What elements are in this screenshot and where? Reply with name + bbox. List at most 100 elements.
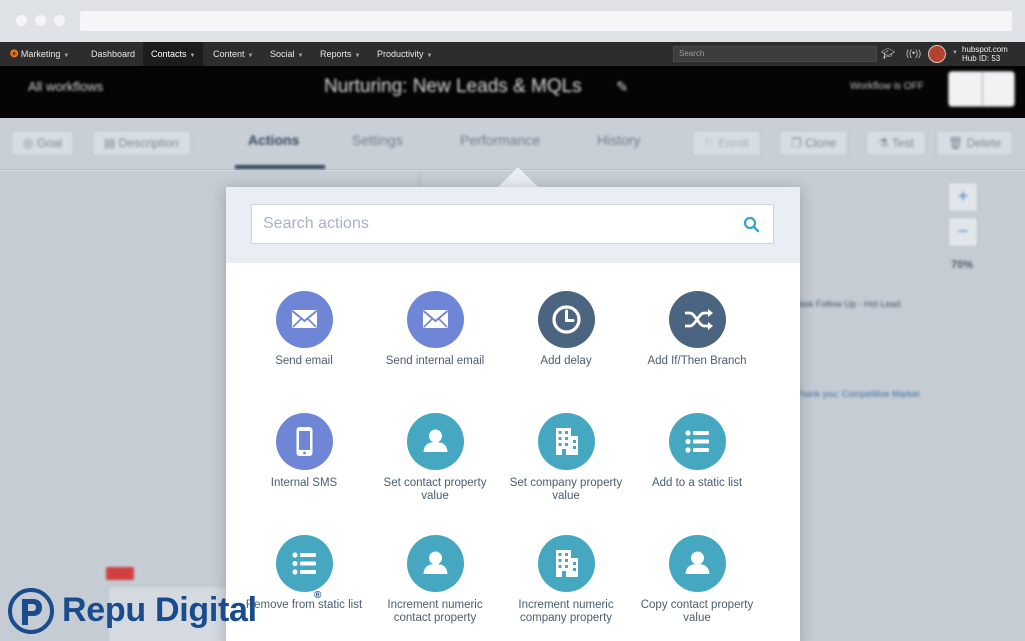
chevron-down-icon: ▼ [247, 53, 254, 59]
action-label: Increment numeric contact property [387, 599, 483, 624]
top-nav: ❂ Marketing ▼ Dashboard Contacts ▼ Content… [0, 42, 1025, 66]
canvas-step-link[interactable]: Thank you: Competitive Market [795, 389, 920, 399]
action-remove-from-static-list[interactable]: Remove from static list [244, 535, 364, 612]
hub-id: Hub ID: 53 [962, 54, 1001, 63]
contact-icon [668, 535, 726, 592]
action-add-to-static-list[interactable]: Add to a static list [637, 413, 757, 490]
shuffle-icon [668, 291, 726, 348]
document-icon: ▤ [104, 136, 119, 150]
search-actions-input[interactable] [252, 205, 732, 243]
tab-settings[interactable]: Settings [352, 132, 403, 148]
nav-item-reports[interactable]: Reports ▼ [312, 42, 368, 66]
window-maximize-dot[interactable] [54, 15, 65, 26]
clone-icon: ❐ [791, 136, 806, 150]
chevron-down-icon: ▼ [426, 53, 433, 59]
active-tab-indicator [235, 165, 325, 169]
popover-arrow [497, 167, 539, 188]
nav-item-productivity[interactable]: Productivity ▼ [369, 42, 440, 66]
nav-item-contacts[interactable]: Contacts ▼ [143, 42, 204, 66]
popover-header [226, 187, 800, 263]
flask-icon: ⚗ [878, 136, 892, 150]
delete-button[interactable]: 🗑︎ Delete [936, 130, 1014, 156]
address-bar[interactable] [80, 11, 1012, 31]
window-minimize-dot[interactable] [35, 15, 46, 26]
action-copy-contact-property[interactable]: Copy contact property value [637, 535, 757, 625]
chevron-down-icon: ▼ [189, 53, 196, 59]
action-label: Copy contact property value [640, 599, 754, 624]
enroll-button[interactable]: ⚐ Enroll [692, 130, 761, 156]
tab-history[interactable]: History [597, 132, 641, 148]
list-icon [275, 535, 333, 592]
description-button[interactable]: ▤ Description [92, 130, 191, 156]
zoom-level: 70% [951, 259, 974, 271]
workflow-toggle[interactable] [948, 71, 1015, 107]
chevron-down-icon: ▼ [297, 53, 304, 59]
pencil-icon[interactable]: ✎ [616, 78, 629, 96]
action-label: Add delay [540, 355, 592, 367]
action-label: Add to a static list [651, 477, 743, 489]
action-add-delay[interactable]: Add delay [506, 291, 626, 368]
building-icon [537, 413, 595, 470]
search-icon[interactable] [742, 215, 762, 235]
watermark-text: Repu Digital [62, 591, 257, 629]
building-icon [537, 535, 595, 592]
canvas-step-text[interactable]: Task Follow Up - Hot Lead [795, 299, 901, 309]
action-label: Send internal email [385, 355, 485, 367]
hubspot-logo-icon: ❂ [10, 49, 19, 60]
workflow-header: All workflows Nurturing: New Leads & MQL… [0, 66, 1025, 118]
action-internal-sms[interactable]: Internal SMS [244, 413, 364, 490]
action-send-internal-email[interactable]: Send internal email [375, 291, 495, 368]
registered-mark: ® [314, 590, 322, 601]
action-increment-contact-property[interactable]: Increment numeric contact property [375, 535, 495, 625]
tab-performance[interactable]: Performance [460, 132, 540, 148]
goal-button[interactable]: ◎ Goal [11, 130, 75, 156]
envelope-icon [275, 291, 333, 348]
test-button[interactable]: ⚗ Test [866, 130, 926, 156]
window-close-dot[interactable] [16, 15, 27, 26]
enroll-icon: ⚐ [704, 136, 719, 150]
action-increment-company-property[interactable]: Increment numeric company property [506, 535, 626, 625]
broadcast-icon[interactable]: ((•)) [906, 48, 921, 58]
workflow-toolbar: ◎ Goal ▤ Description Actions Settings Pe… [0, 118, 1025, 170]
action-label: Remove from static list [245, 599, 363, 611]
nav-search-input[interactable]: Search [673, 46, 877, 62]
action-label: Increment numeric company property [518, 599, 614, 624]
chevron-down-icon: ▼ [354, 53, 361, 59]
action-label: Internal SMS [270, 477, 338, 489]
clock-icon [537, 291, 595, 348]
nav-item-content[interactable]: Content ▼ [205, 42, 261, 66]
envelope-icon [406, 291, 464, 348]
nav-item-social[interactable]: Social ▼ [262, 42, 311, 66]
action-set-contact-property[interactable]: Set contact property value [375, 413, 495, 503]
chevron-down-icon[interactable]: ▼ [952, 50, 958, 56]
trash-icon: 🗑︎ [948, 136, 967, 150]
academy-cap-icon[interactable]: 🎓︎ [881, 47, 895, 60]
action-add-if-then-branch[interactable]: Add If/Then Branch [637, 291, 757, 368]
search-actions-field[interactable] [251, 204, 774, 244]
action-set-company-property[interactable]: Set company property value [506, 413, 626, 503]
action-label: Set company property value [509, 477, 623, 502]
nav-brand-label: Marketing [20, 49, 61, 59]
clone-button[interactable]: ❐ Clone [779, 130, 849, 156]
repu-digital-logo-icon [8, 588, 54, 634]
action-label: Add If/Then Branch [647, 355, 747, 367]
action-send-email[interactable]: Send email [244, 291, 364, 368]
hub-info[interactable]: hubspot.com Hub ID: 53 [962, 45, 1008, 63]
nav-brand-marketing[interactable]: ❂ Marketing ▼ [4, 42, 77, 66]
list-icon [668, 413, 726, 470]
canvas-red-tag [106, 567, 134, 580]
contact-icon [406, 535, 464, 592]
avatar[interactable] [928, 45, 946, 63]
chevron-down-icon: ▼ [63, 53, 70, 59]
workflow-title: Nurturing: New Leads & MQLs [324, 76, 582, 97]
zoom-out-button[interactable]: − [948, 217, 978, 247]
browser-chrome [0, 0, 1025, 42]
contact-icon [406, 413, 464, 470]
zoom-in-button[interactable]: + [948, 182, 978, 212]
all-workflows-link[interactable]: All workflows [28, 79, 103, 94]
goal-icon: ◎ [23, 136, 37, 150]
action-picker-popover: Send email Send internal email Add delay… [226, 187, 800, 641]
hub-domain: hubspot.com [962, 45, 1008, 54]
nav-item-dashboard[interactable]: Dashboard [83, 42, 143, 66]
tab-actions[interactable]: Actions [248, 132, 299, 148]
